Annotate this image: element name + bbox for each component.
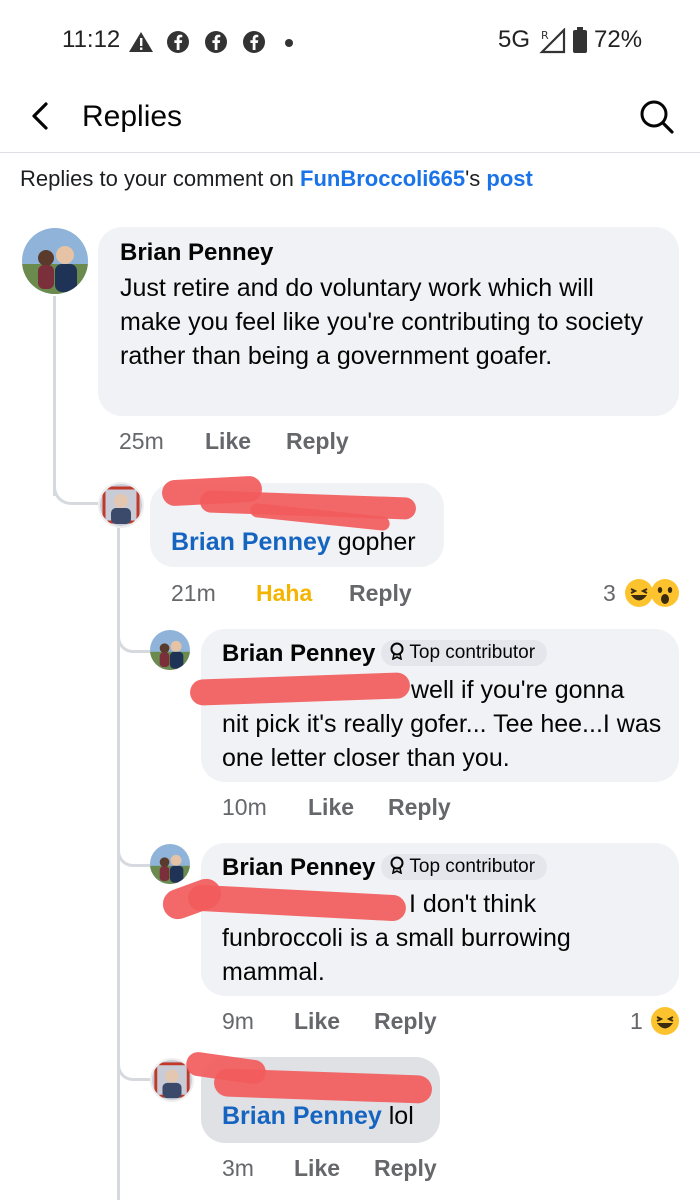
haha-reaction-button[interactable]: Haha [256,580,312,607]
comment-time: 10m [222,794,267,820]
comment-author[interactable]: Brian Penney [120,239,273,267]
reply-button[interactable]: Reply [388,794,451,821]
context-prefix: Replies to your comment on [20,166,301,191]
reply-button[interactable]: Reply [349,580,412,607]
page-name-link[interactable]: FunBroccoli665 [300,166,465,191]
thread-connector [117,1056,150,1081]
comment-time: 21m [171,580,216,606]
app-header: Replies [0,80,700,153]
comment-bubble: Brian Penney Just retire and do voluntar… [98,227,679,416]
avatar[interactable] [150,630,190,670]
comment-time: 3m [222,1155,254,1181]
badge-label: Top contributor [409,856,536,877]
signal-icon: R [539,28,566,54]
avatar[interactable] [150,844,190,884]
profile-photo [22,228,88,294]
comment-header: Brian Penney Top contributor [222,854,548,882]
top-contributor-badge: Top contributor [381,640,548,666]
context-possessive: 's [465,166,487,191]
comment-body: gopher [337,528,416,556]
search-icon[interactable] [636,96,676,136]
dot-icon [285,39,293,47]
profile-photo [100,484,142,526]
wow-emoji-icon [651,579,679,607]
mention-link[interactable]: Brian Penney [171,528,331,556]
warning-icon [129,32,153,52]
thread-connector [53,478,98,505]
comment-bubble: Brian Penney Top contributor I don't thin… [201,843,679,996]
comment-time: 9m [222,1008,254,1034]
facebook-notification-icon [243,31,265,53]
comment-author[interactable]: Brian Penney [222,854,375,881]
status-time: 11:12 [62,26,121,53]
status-bar: 11:12 5G R 72% [0,0,700,80]
comment-bubble: Brian Penney Top contributor well if you'… [201,629,679,782]
like-button[interactable]: Like [308,794,354,821]
comment-text-line1: I don't think [409,890,537,918]
battery-icon [573,27,587,53]
facebook-notification-icon [167,31,189,53]
like-button[interactable]: Like [294,1008,340,1035]
network-label: 5G [498,26,531,53]
reaction-count[interactable]: 1 [630,1008,643,1035]
mention-link[interactable]: Brian Penney [222,1102,382,1130]
reaction-count[interactable]: 3 [603,580,616,607]
comment-author[interactable]: Brian Penney [222,640,375,667]
like-button[interactable]: Like [294,1155,340,1182]
top-contributor-badge: Top contributor [381,854,548,880]
battery-level: 72% [594,26,643,53]
comment-body: lol [388,1102,414,1130]
badge-ribbon-icon [390,642,404,661]
comment-text: Just retire and do voluntary work which … [120,274,644,370]
page-title: Replies [82,100,183,133]
facebook-notification-icon [205,31,227,53]
avatar[interactable] [22,228,88,294]
reply-button[interactable]: Reply [374,1155,437,1182]
profile-photo [150,844,190,884]
reply-button[interactable]: Reply [286,428,349,455]
badge-ribbon-icon [390,856,404,875]
post-link[interactable]: post [486,166,532,191]
svg-text:R: R [541,29,549,42]
comment-text: nit pick it's really gofer... Tee hee...… [222,710,662,772]
comment-header: Brian Penney Top contributor [222,640,548,668]
comment-text: funbroccoli is a small burrowing mammal. [222,924,571,986]
comment-text: Brian Penney lol [222,1099,414,1133]
thread-line [117,524,120,1200]
replies-context: Replies to your comment on FunBroccoli66… [20,166,533,192]
thread-connector [117,842,150,867]
back-arrow-icon[interactable] [24,98,60,134]
profile-photo [150,630,190,670]
badge-label: Top contributor [409,642,536,663]
thread-line [53,296,56,496]
reply-button[interactable]: Reply [374,1008,437,1035]
thread-connector [117,628,150,653]
comment-time: 25m [119,428,164,454]
haha-emoji-icon [651,1007,679,1035]
comment-text-line1: well if you're gonna [411,676,625,704]
avatar[interactable] [98,482,144,528]
like-button[interactable]: Like [205,428,251,455]
